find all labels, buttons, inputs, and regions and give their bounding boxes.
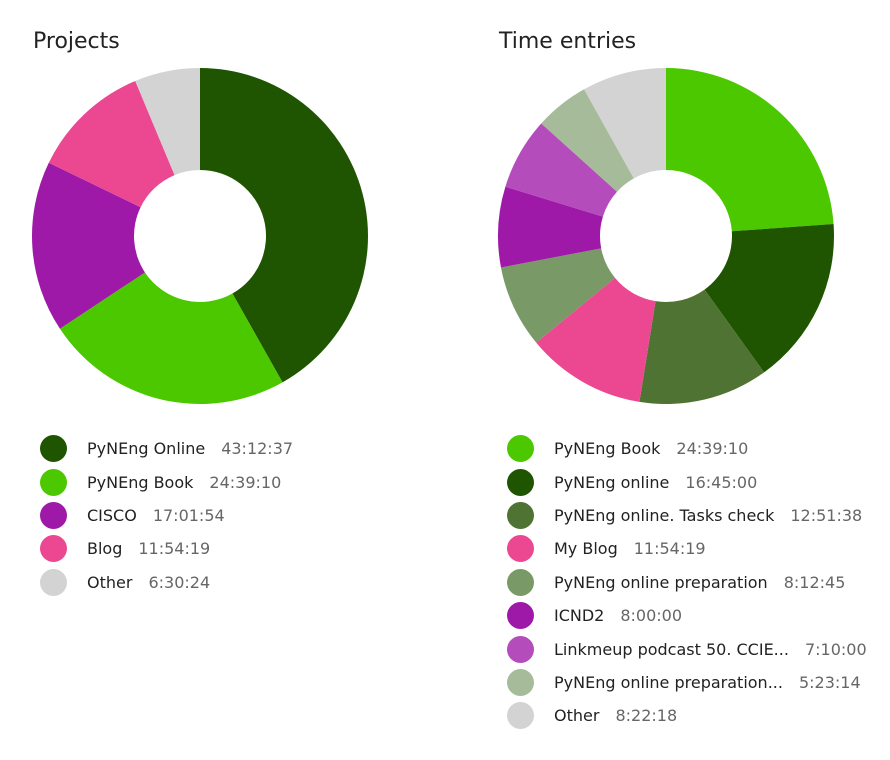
legend-label: ICND2	[554, 606, 605, 626]
legend-swatch	[40, 501, 67, 529]
legend-label: PyNEng online preparation...	[554, 672, 783, 692]
legend-label: PyNEng online preparation	[554, 572, 768, 592]
legend-time: 11:54:19	[633, 539, 706, 559]
legend-time: 43:12:37	[221, 439, 294, 459]
legend-label: Blog	[87, 539, 123, 559]
legend-label: PyNEng online	[554, 472, 670, 492]
legend-item-pyneng-book[interactable]: PyNEng Book 24:39:10	[507, 432, 867, 465]
slice-pyneng-book[interactable]	[666, 68, 834, 232]
legend-time: 8:22:18	[615, 706, 678, 726]
legend-label: PyNEng Online	[87, 439, 206, 459]
legend-item-pyneng-online[interactable]: PyNEng online 16:45:00	[507, 465, 867, 498]
legend-label: PyNEng Book	[554, 439, 661, 459]
projects-title: Projects	[33, 29, 120, 54]
legend-item-my-blog[interactable]: My Blog 11:54:19	[507, 532, 867, 565]
projects-donut-chart	[31, 68, 369, 404]
legend-time: 24:39:10	[209, 472, 282, 492]
legend-item-other[interactable]: Other 6:30:24	[40, 566, 293, 599]
legend-time: 24:39:10	[676, 439, 749, 459]
legend-label: Linkmeup podcast 50. CCIE...	[554, 639, 789, 659]
legend-swatch	[507, 668, 534, 696]
legend-time: 11:54:19	[138, 539, 211, 559]
legend-time: 7:10:00	[804, 639, 867, 659]
legend-swatch	[507, 702, 534, 730]
time-entries-title: Time entries	[499, 29, 637, 54]
legend-swatch	[40, 435, 67, 463]
legend-swatch	[507, 468, 534, 496]
legend-time: 8:12:45	[783, 572, 846, 592]
legend-item-cisco[interactable]: CISCO 17:01:54	[40, 499, 293, 532]
legend-label: PyNEng Book	[87, 472, 194, 492]
legend-item-linkmeup-podcast-50-ccie[interactable]: Linkmeup podcast 50. CCIE... 7:10:00	[507, 632, 867, 665]
legend-item-icnd2[interactable]: ICND2 8:00:00	[507, 599, 867, 632]
legend-swatch	[40, 468, 67, 496]
legend-swatch	[40, 568, 67, 596]
legend-label: Other	[554, 706, 600, 726]
legend-swatch	[507, 635, 534, 663]
legend-swatch	[507, 535, 534, 563]
legend-item-pyneng-online-preparation[interactable]: PyNEng online preparation... 5:23:14	[507, 666, 867, 699]
legend-swatch	[40, 535, 67, 563]
projects-legend: PyNEng Online 43:12:37 PyNEng Book 24:39:10…	[40, 432, 293, 599]
legend-swatch	[507, 602, 534, 630]
legend-swatch	[507, 435, 534, 463]
legend-item-pyneng-online-preparation[interactable]: PyNEng online preparation 8:12:45	[507, 566, 867, 599]
legend-time: 16:45:00	[685, 472, 758, 492]
legend-label: Other	[87, 572, 133, 592]
legend-time: 17:01:54	[152, 505, 225, 525]
time-entries-donut-chart	[498, 68, 834, 404]
legend-time: 8:00:00	[620, 606, 683, 626]
legend-label: CISCO	[87, 505, 137, 525]
legend-item-other[interactable]: Other 8:22:18	[507, 699, 867, 732]
legend-time: 6:30:24	[148, 572, 211, 592]
legend-time: 5:23:14	[798, 672, 861, 692]
legend-time: 12:51:38	[790, 505, 863, 525]
legend-item-pyneng-online-tasks-check[interactable]: PyNEng online. Tasks check 12:51:38	[507, 499, 867, 532]
time-entries-legend: PyNEng Book 24:39:10 PyNEng online 16:45:00…	[507, 432, 867, 733]
legend-swatch	[507, 568, 534, 596]
legend-label: PyNEng online. Tasks check	[554, 505, 775, 525]
legend-item-blog[interactable]: Blog 11:54:19	[40, 532, 293, 565]
legend-item-pyneng-online[interactable]: PyNEng Online 43:12:37	[40, 432, 293, 465]
legend-label: My Blog	[554, 539, 618, 559]
legend-item-pyneng-book[interactable]: PyNEng Book 24:39:10	[40, 465, 293, 498]
legend-swatch	[507, 501, 534, 529]
